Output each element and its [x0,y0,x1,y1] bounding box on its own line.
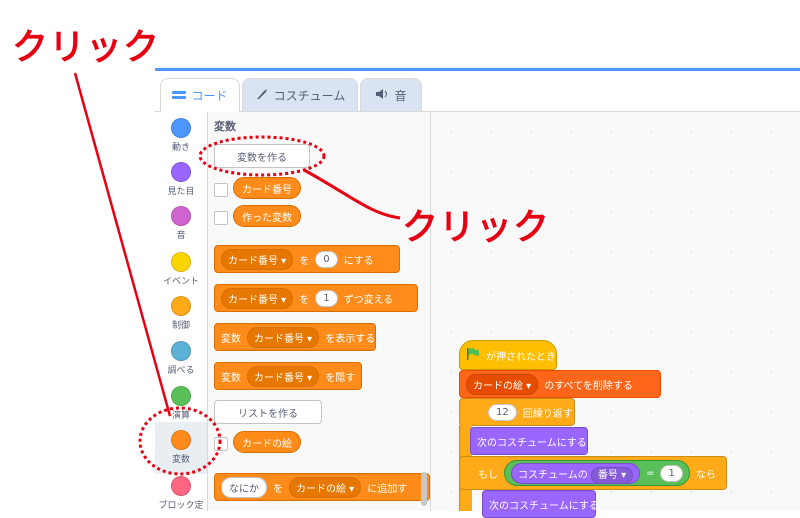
annotation-click-top: クリック [12,27,161,68]
pointer-line-mid [303,168,401,220]
tab-code-label: コード [191,89,228,103]
annotation-overlay [73,72,401,476]
highlight-ellipse-variables-category [138,406,222,476]
code-icon [172,89,187,103]
annotation-click-mid: クリック [402,207,551,248]
pointer-line-top [73,72,172,417]
tab-code[interactable]: コード [160,78,240,112]
